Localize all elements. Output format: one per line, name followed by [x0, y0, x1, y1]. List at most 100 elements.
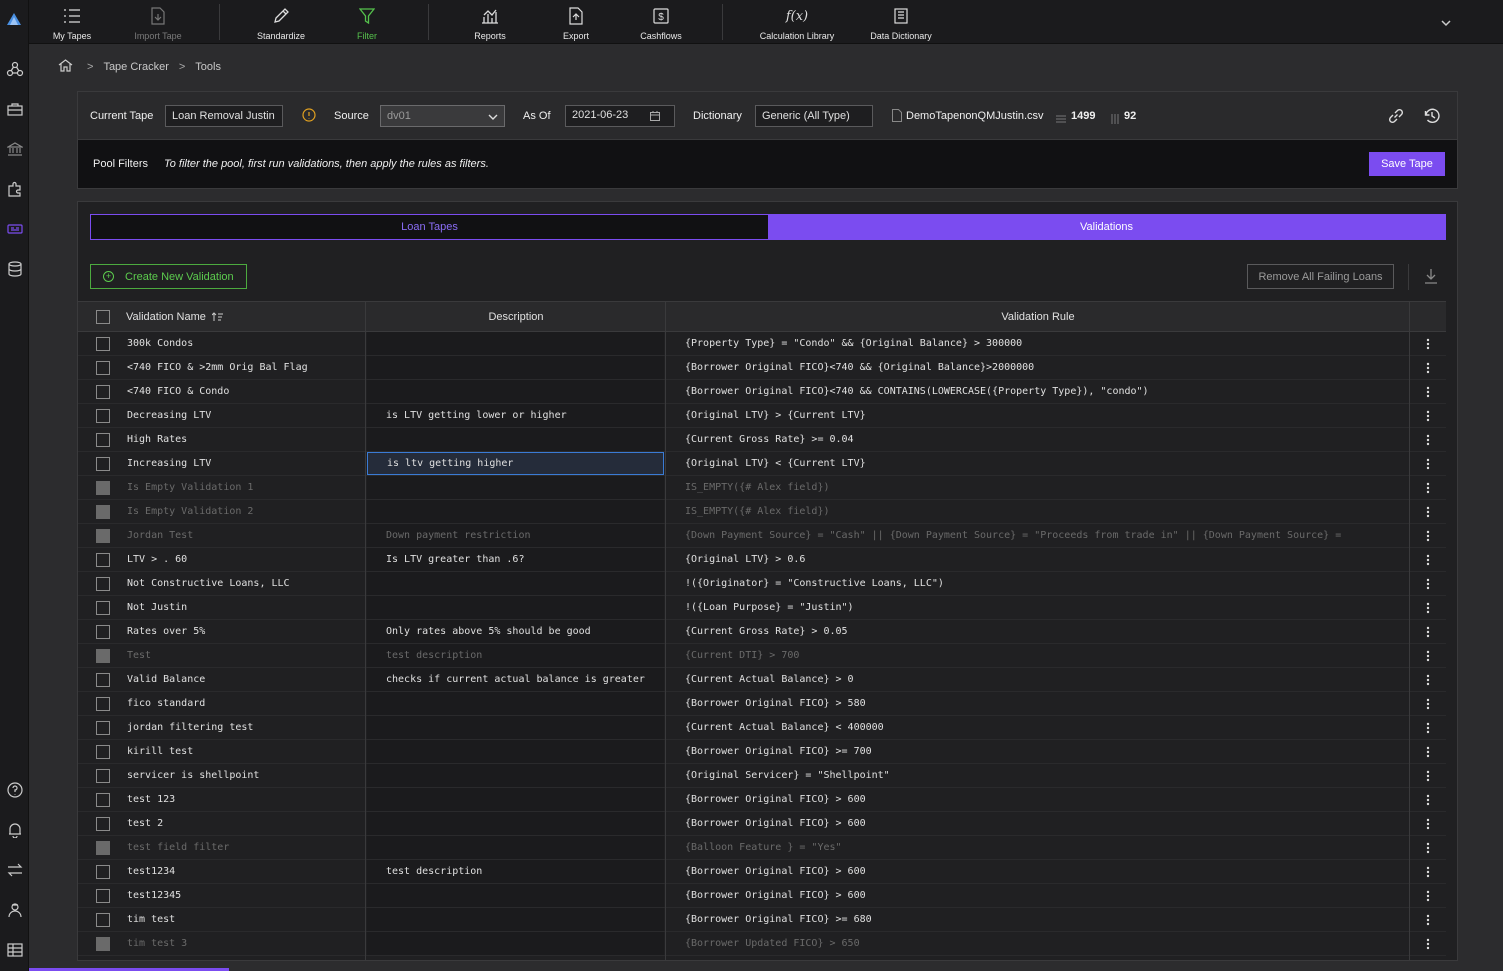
select-all-checkbox[interactable]: [96, 302, 110, 332]
checkbox[interactable]: [96, 310, 110, 324]
row-checkbox[interactable]: [96, 696, 110, 711]
validation-rule[interactable]: {Original LTV} > 0.6: [666, 548, 1408, 571]
more-vertical-icon[interactable]: [1418, 692, 1438, 715]
validation-name[interactable]: test 2: [127, 812, 362, 835]
validation-name[interactable]: Is Empty Validation 2: [127, 500, 362, 523]
table-row[interactable]: Is Empty Validation 1 IS_EMPTY({# Alex fi…: [78, 476, 1446, 500]
validation-name[interactable]: test 123: [127, 788, 362, 811]
row-checkbox[interactable]: [96, 912, 110, 927]
validation-rule[interactable]: {Current Actual Balance} > 0: [666, 668, 1408, 691]
create-validation-button[interactable]: + Create New Validation: [90, 264, 247, 289]
validation-description[interactable]: test description: [367, 860, 664, 883]
validation-name[interactable]: tim test 3: [127, 932, 362, 955]
more-vertical-icon[interactable]: [1418, 836, 1438, 859]
remove-failing-loans-button[interactable]: Remove All Failing Loans: [1247, 264, 1394, 289]
more-vertical-icon[interactable]: [1418, 596, 1438, 619]
tab-loan-tapes[interactable]: Loan Tapes: [91, 215, 768, 239]
validation-rule[interactable]: {Original LTV} > {Current LTV}: [666, 404, 1408, 427]
table-row[interactable]: Decreasing LTV is LTV getting lower or hi…: [78, 404, 1446, 428]
table-row[interactable]: fico standard {Borrower Original FICO} > …: [78, 692, 1446, 716]
swap-icon[interactable]: [4, 859, 25, 880]
more-vertical-icon[interactable]: [1418, 716, 1438, 739]
more-vertical-icon[interactable]: [1418, 644, 1438, 667]
more-vertical-icon[interactable]: [1418, 860, 1438, 883]
validation-name[interactable]: Valid Balance: [127, 668, 362, 691]
validation-description[interactable]: [367, 740, 664, 763]
table-row[interactable]: 300k Condos {Property Type} = "Condo" && …: [78, 332, 1446, 356]
more-vertical-icon[interactable]: [1418, 572, 1438, 595]
more-vertical-icon[interactable]: [1418, 908, 1438, 931]
row-checkbox[interactable]: [96, 792, 110, 807]
validation-description[interactable]: [367, 764, 664, 787]
more-vertical-icon[interactable]: [1418, 932, 1438, 955]
validation-description[interactable]: [367, 812, 664, 835]
validation-description[interactable]: Is LTV greater than .6?: [367, 548, 664, 571]
table-row[interactable]: test12345 {Borrower Original FICO} > 600: [78, 884, 1446, 908]
nav-filter[interactable]: Filter: [347, 0, 387, 44]
more-vertical-icon[interactable]: [1418, 764, 1438, 787]
row-checkbox[interactable]: [96, 480, 110, 495]
row-checkbox[interactable]: [96, 576, 110, 591]
header-validation-rule[interactable]: Validation Rule: [666, 302, 1410, 332]
bell-icon[interactable]: [4, 819, 25, 840]
row-checkbox[interactable]: [96, 744, 110, 759]
breadcrumb-tape-cracker[interactable]: Tape Cracker: [103, 61, 168, 73]
current-tape-field[interactable]: Loan Removal Justin: [165, 105, 283, 127]
network-icon[interactable]: [4, 58, 25, 79]
validation-description[interactable]: [367, 884, 664, 907]
bank-icon[interactable]: [4, 138, 25, 159]
validation-rule[interactable]: {Borrower Original FICO} > 600: [666, 812, 1408, 835]
more-vertical-icon[interactable]: [1418, 668, 1438, 691]
more-vertical-icon[interactable]: [1418, 356, 1438, 379]
row-checkbox[interactable]: [96, 360, 110, 375]
validation-description[interactable]: [367, 908, 664, 931]
as-of-date-field[interactable]: 2021-06-23: [565, 105, 675, 127]
validation-rule[interactable]: {Borrower Original FICO}<740 && {Origina…: [666, 356, 1408, 379]
validation-rule[interactable]: {Borrower Original FICO} > 600: [666, 884, 1408, 907]
validation-description[interactable]: [367, 932, 664, 955]
tools-icon[interactable]: [4, 218, 25, 239]
validation-description[interactable]: is ltv getting higher: [367, 452, 664, 475]
validation-description[interactable]: [367, 356, 664, 379]
validation-name[interactable]: Jordan Test: [127, 524, 362, 547]
dictionary-field[interactable]: Generic (All Type): [755, 105, 873, 127]
row-checkbox[interactable]: [96, 816, 110, 831]
validation-name[interactable]: servicer is shellpoint: [127, 764, 362, 787]
table-row[interactable]: tim test {Borrower Original FICO} >= 680: [78, 908, 1446, 932]
table-row[interactable]: High Rates {Current Gross Rate} >= 0.04: [78, 428, 1446, 452]
table-row[interactable]: Jordan Test Down payment restriction {Down…: [78, 524, 1446, 548]
nav-cashflows[interactable]: $ Cashflows: [636, 0, 686, 44]
row-checkbox[interactable]: [96, 888, 110, 903]
validation-rule[interactable]: {Current Actual Balance} < 400000: [666, 716, 1408, 739]
info-icon[interactable]: [302, 108, 316, 127]
header-validation-name[interactable]: Validation Name: [126, 302, 224, 332]
validation-rule[interactable]: IS_EMPTY({# Alex field}): [666, 500, 1408, 523]
more-vertical-icon[interactable]: [1418, 380, 1438, 403]
validation-name[interactable]: jordan filtering test: [127, 716, 362, 739]
validation-rule[interactable]: {Borrower Original FICO} >= 700: [666, 740, 1408, 763]
validation-name[interactable]: test field filter: [127, 836, 362, 859]
row-checkbox[interactable]: [96, 528, 110, 543]
row-checkbox[interactable]: [96, 672, 110, 687]
more-vertical-icon[interactable]: [1418, 404, 1438, 427]
sort-icon[interactable]: [211, 311, 224, 325]
more-vertical-icon[interactable]: [1418, 788, 1438, 811]
table-row[interactable]: <740 FICO & Condo {Borrower Original FICO…: [78, 380, 1446, 404]
validation-name[interactable]: Is Empty Validation 1: [127, 476, 362, 499]
validation-description[interactable]: [367, 692, 664, 715]
table-row[interactable]: LTV > . 60 Is LTV greater than .6? {Origin…: [78, 548, 1446, 572]
row-checkbox[interactable]: [96, 768, 110, 783]
validation-name[interactable]: test12345: [127, 884, 362, 907]
nav-calculation-library[interactable]: f(x) Calculation Library: [757, 0, 837, 44]
nav-export[interactable]: Export: [556, 0, 596, 44]
validation-rule[interactable]: {Property Type} = "Condo" && {Original B…: [666, 332, 1408, 355]
more-vertical-icon[interactable]: [1418, 740, 1438, 763]
validation-name[interactable]: <740 FICO & Condo: [127, 380, 362, 403]
validation-rule[interactable]: {Borrower Original FICO} >= 680: [666, 908, 1408, 931]
table-row[interactable]: test 123 {Borrower Original FICO} > 600: [78, 788, 1446, 812]
row-checkbox[interactable]: [96, 648, 110, 663]
table-row[interactable]: Not Constructive Loans, LLC !({Originator…: [78, 572, 1446, 596]
validation-rule[interactable]: !({Originator} = "Constructive Loans, LL…: [666, 572, 1408, 595]
table-row[interactable]: Valid Balance checks if current actual ba…: [78, 668, 1446, 692]
validation-description[interactable]: [367, 332, 664, 355]
